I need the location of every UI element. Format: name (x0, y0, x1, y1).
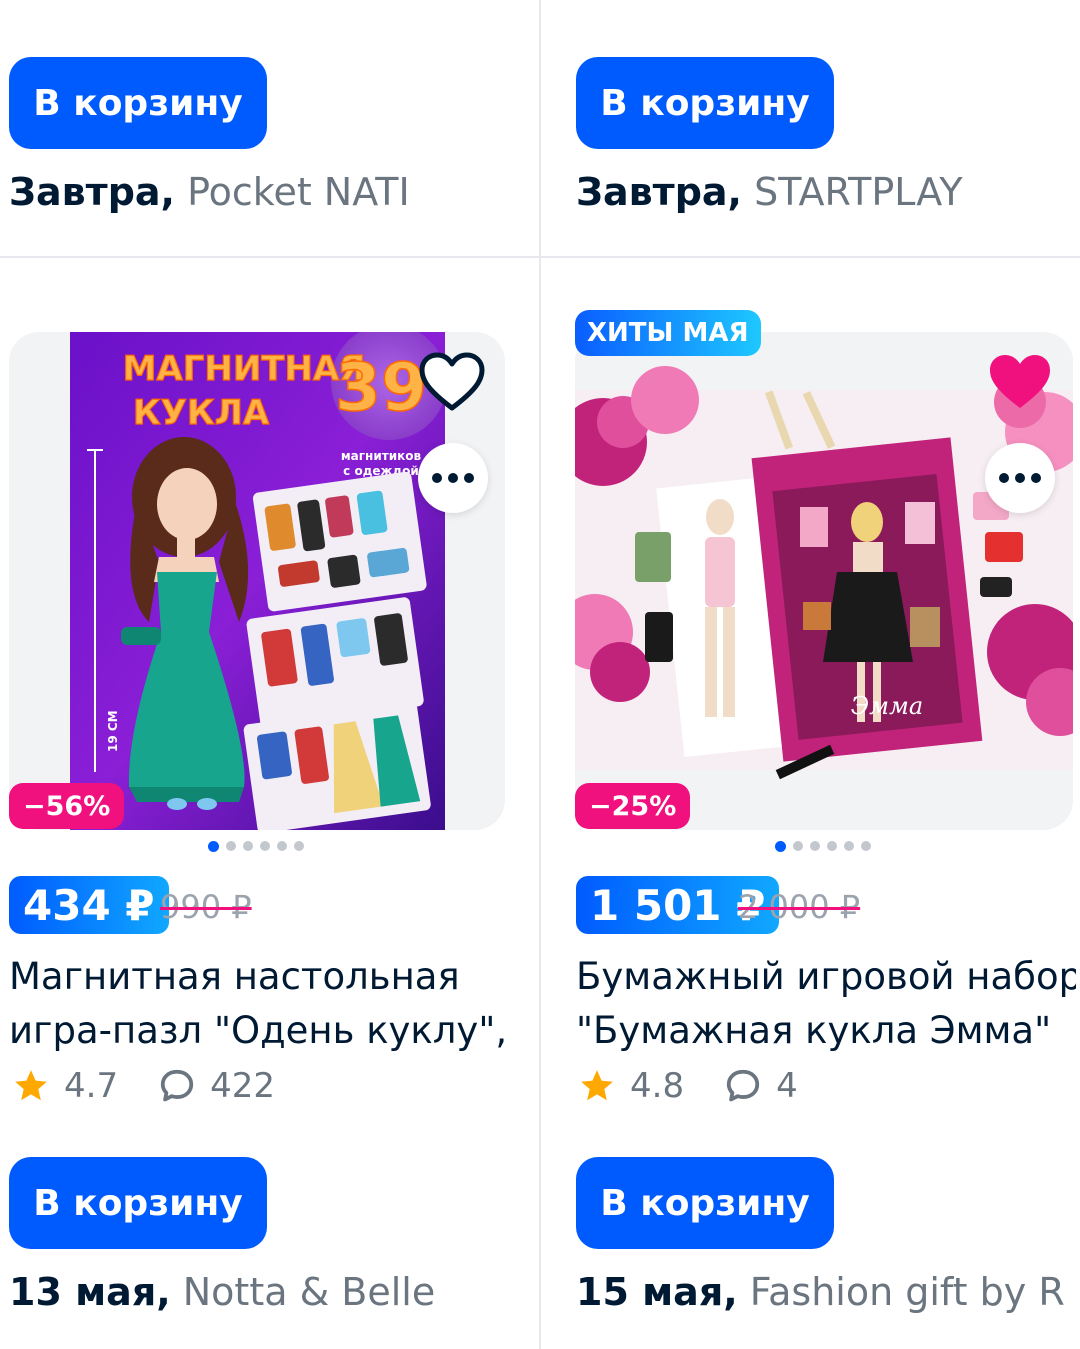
seller-name[interactable]: Notta & Belle (183, 1270, 436, 1314)
product-title[interactable]: Бумажный игровой набор "Бумажная кукла Э… (576, 950, 1076, 1058)
more-dots-icon[interactable] (418, 443, 488, 513)
product-grid: В корзину Завтра, Pocket NATI В корзину … (0, 0, 1080, 1349)
add-to-cart-button[interactable]: В корзину (576, 57, 834, 149)
heart-outline-icon[interactable] (418, 352, 486, 414)
discount-badge: −25% (575, 783, 691, 829)
seller-name[interactable]: Fashion gift by Ri... (750, 1270, 1066, 1314)
product-title-line-2: "Бумажная кукла Эмма" (576, 1009, 1052, 1052)
old-price: 2 000 ₽ (738, 888, 861, 926)
comment-bubble-icon (726, 1069, 760, 1102)
star-icon (15, 1070, 47, 1101)
add-to-cart-button[interactable]: В корзину (576, 1157, 834, 1249)
delivery-date: 15 мая, (576, 1270, 738, 1314)
delivery-info: Завтра, STARTPLAY (576, 170, 1076, 214)
delivery-date: Завтра, (576, 170, 742, 214)
product-title-line-1: Бумажный игровой набор (576, 955, 1076, 998)
delivery-info: Завтра, Pocket NATI (9, 170, 529, 214)
image-headline-2: КУКЛА (133, 393, 270, 433)
image-height-label: 19 СМ (106, 710, 120, 752)
more-dots-icon[interactable] (985, 443, 1055, 513)
seller-name[interactable]: STARTPLAY (754, 170, 962, 214)
heart-filled-icon[interactable] (986, 352, 1054, 414)
comment-bubble-icon (160, 1069, 194, 1102)
image-headline-1: МАГНИТНАЯ (123, 349, 366, 389)
rating-row: 4.7 422 (12, 1066, 275, 1106)
promo-badge: ХИТЫ МАЯ (575, 310, 761, 356)
delivery-info: 13 мая, Notta & Belle (9, 1270, 529, 1314)
rating-value: 4.7 (64, 1066, 119, 1106)
reviews-count[interactable]: 422 (210, 1066, 275, 1106)
current-price: 434 ₽ (9, 876, 169, 934)
add-to-cart-button[interactable]: В корзину (9, 57, 267, 149)
gallery-indicator (208, 841, 304, 852)
column-divider (539, 0, 541, 1349)
image-box-script: Эмма (851, 692, 923, 720)
row-divider (0, 256, 1080, 258)
product-title[interactable]: Магнитная настольная игра-пазл "Одень ку… (9, 950, 509, 1058)
reviews-count[interactable]: 4 (776, 1066, 798, 1106)
image-count-caption-1: магнитиков (341, 449, 422, 463)
discount-badge: −56% (9, 783, 125, 829)
add-to-cart-button[interactable]: В корзину (9, 1157, 267, 1249)
delivery-info: 15 мая, Fashion gift by Ri... (576, 1270, 1066, 1314)
gallery-indicator (775, 841, 871, 852)
image-count: 39 (335, 349, 427, 426)
seller-name[interactable]: Pocket NATI (187, 170, 410, 214)
product-title-line-2: игра-пазл "Одень куклу",... (9, 1009, 509, 1052)
rating-value: 4.8 (630, 1066, 685, 1106)
delivery-date: 13 мая, (9, 1270, 171, 1314)
product-title-line-1: Магнитная настольная (9, 955, 460, 998)
old-price: 990 ₽ (160, 888, 252, 926)
delivery-date: Завтра, (9, 170, 175, 214)
star-icon (581, 1070, 613, 1101)
rating-row: 4.8 4 (578, 1066, 798, 1106)
